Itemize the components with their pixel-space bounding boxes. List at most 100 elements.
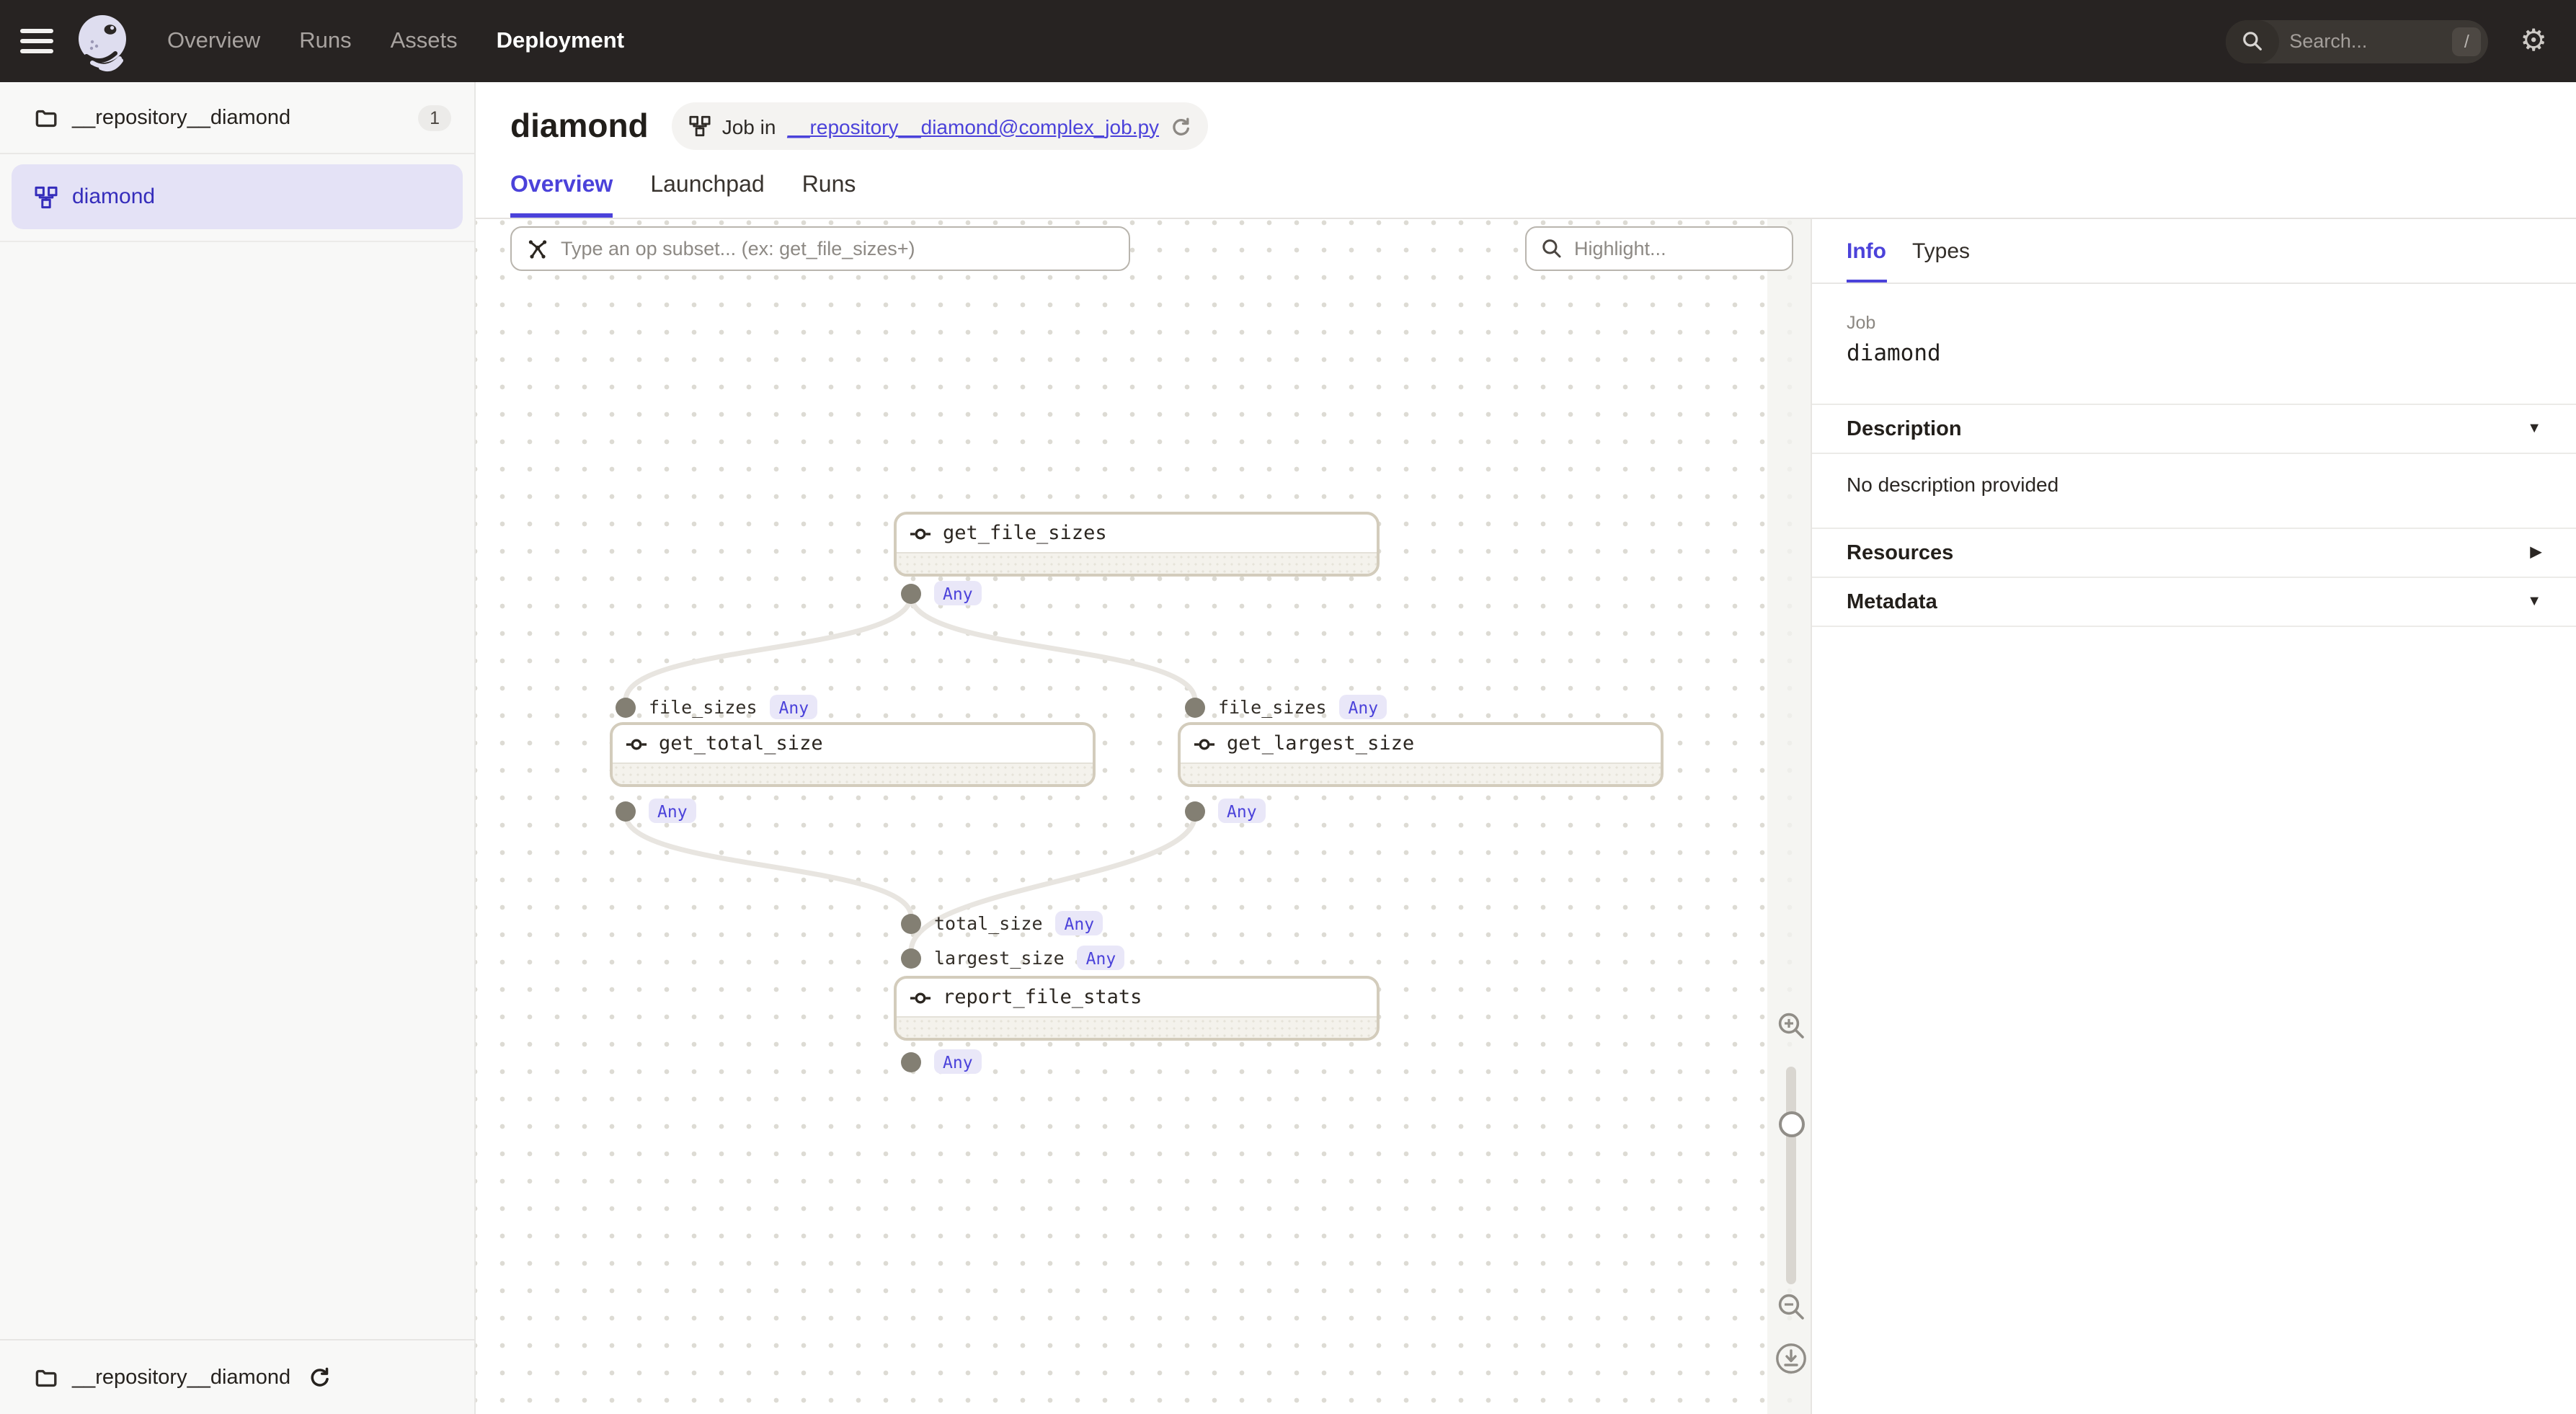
type-tag-any[interactable]: Any <box>1078 946 1125 970</box>
section-header-description[interactable]: Description ▼ <box>1812 405 2576 453</box>
caret-down-icon: ▼ <box>2527 594 2541 610</box>
search-icon <box>2226 19 2279 63</box>
nav-item-runs[interactable]: Runs <box>299 28 351 54</box>
nav-item-assets[interactable]: Assets <box>391 28 458 54</box>
type-tag-any[interactable]: Any <box>770 695 818 719</box>
folder-icon <box>35 1366 58 1389</box>
op-node-get-file-sizes[interactable]: get_file_sizes <box>894 512 1380 577</box>
job-label: Job <box>1847 313 2541 333</box>
op-selector-icon <box>526 237 549 260</box>
op-node-body <box>897 1016 1377 1038</box>
op-node-get-largest-size[interactable]: get_largest_size <box>1178 722 1664 787</box>
nav-item-deployment[interactable]: Deployment <box>497 28 624 54</box>
hamburger-menu-icon[interactable] <box>20 29 53 53</box>
folder-icon <box>35 106 58 129</box>
op-node-report-file-stats[interactable]: report_file_stats <box>894 976 1380 1041</box>
type-tag-any[interactable]: Any <box>934 1049 982 1074</box>
output-port-get-total-size: Any <box>616 799 696 823</box>
global-search[interactable]: / <box>2226 19 2488 63</box>
sidebar-divider <box>0 241 474 242</box>
tab-types[interactable]: Types <box>1912 239 1970 283</box>
op-node-body <box>897 552 1377 574</box>
job-context-prefix: Job in <box>722 115 776 138</box>
type-tag-any[interactable]: Any <box>1218 799 1266 823</box>
op-name: get_largest_size <box>1227 732 1414 755</box>
op-subset-input[interactable] <box>561 238 1114 259</box>
settings-gear-icon[interactable]: ⚙ <box>2520 26 2547 56</box>
output-port-report-file-stats: Any <box>901 1049 982 1074</box>
op-subset-filter[interactable] <box>510 226 1130 271</box>
input-port-dot <box>901 913 921 933</box>
zoom-slider-track[interactable] <box>1786 1067 1796 1284</box>
op-icon <box>1194 733 1215 755</box>
type-tag-any[interactable]: Any <box>1340 695 1387 719</box>
port-label: file_sizes <box>1218 696 1327 718</box>
job-graph-icon <box>35 185 58 208</box>
zoom-slider-handle[interactable] <box>1779 1111 1805 1137</box>
tab-overview[interactable]: Overview <box>510 173 613 218</box>
top-navbar: Overview Runs Assets Deployment / ⚙ <box>0 0 2576 82</box>
input-port-file-sizes-left: file_sizes Any <box>616 695 817 719</box>
input-port-total-size: total_size Any <box>901 911 1103 935</box>
output-port-dot <box>1185 801 1205 821</box>
section-title: Description <box>1847 417 1962 440</box>
dagster-logo-icon[interactable] <box>72 9 136 73</box>
op-name: report_file_stats <box>943 986 1142 1009</box>
section-header-resources[interactable]: Resources ▶ <box>1812 529 2576 577</box>
footer-repository-name: __repository__diamond <box>72 1366 290 1389</box>
op-name: get_file_sizes <box>943 522 1107 545</box>
zoom-in-button[interactable] <box>1776 1010 1808 1042</box>
nav-item-overview[interactable]: Overview <box>167 28 260 54</box>
op-name: get_total_size <box>659 732 823 755</box>
download-graph-button[interactable] <box>1775 1342 1808 1375</box>
section-title: Resources <box>1847 541 1953 564</box>
repository-header-row[interactable]: __repository__diamond 1 <box>0 82 474 154</box>
op-icon <box>626 733 647 755</box>
output-port-dot <box>901 1051 921 1072</box>
job-count-badge: 1 <box>418 105 451 130</box>
tab-info[interactable]: Info <box>1847 239 1886 283</box>
op-icon <box>910 987 931 1008</box>
sidebar-footer: __repository__diamond <box>0 1339 474 1414</box>
op-graph-canvas[interactable]: get_file_sizes get_total_size <box>476 219 1811 1414</box>
job-value: diamond <box>1847 340 2541 366</box>
description-empty-text: No description provided <box>1812 453 2576 528</box>
type-tag-any[interactable]: Any <box>649 799 696 823</box>
job-info-panel: Info Types Job diamond Description ▼ No … <box>1811 219 2576 1414</box>
input-port-dot <box>616 697 636 717</box>
section-description: Description ▼ No description provided <box>1812 404 2576 528</box>
section-header-metadata[interactable]: Metadata ▼ <box>1812 578 2576 626</box>
dagster-app: Overview Runs Assets Deployment / ⚙ __re… <box>0 0 2576 1414</box>
refresh-icon[interactable] <box>1171 116 1191 136</box>
reload-repository-icon[interactable] <box>308 1366 329 1388</box>
input-port-dot <box>1185 697 1205 717</box>
tab-launchpad[interactable]: Launchpad <box>650 173 764 218</box>
job-context-pill: Job in __repository__diamond@complex_job… <box>672 102 1208 150</box>
section-title: Metadata <box>1847 590 1937 613</box>
section-resources: Resources ▶ <box>1812 528 2576 577</box>
search-input[interactable] <box>2279 30 2452 52</box>
tab-runs[interactable]: Runs <box>802 173 856 218</box>
search-icon <box>1541 238 1563 259</box>
type-tag-any[interactable]: Any <box>1056 911 1103 935</box>
caret-down-icon: ▼ <box>2527 421 2541 437</box>
section-metadata: Metadata ▼ <box>1812 577 2576 627</box>
op-node-get-total-size[interactable]: get_total_size <box>610 722 1096 787</box>
output-port-dot <box>616 801 636 821</box>
highlight-input[interactable] <box>1574 238 1777 259</box>
output-port-get-largest-size: Any <box>1185 799 1266 823</box>
input-port-file-sizes-right: file_sizes Any <box>1185 695 1387 719</box>
op-node-body <box>1181 762 1661 784</box>
zoom-out-button[interactable] <box>1776 1291 1808 1323</box>
sidebar-item-diamond[interactable]: diamond <box>12 164 463 229</box>
port-label: total_size <box>934 912 1043 934</box>
input-port-dot <box>901 948 921 968</box>
caret-right-icon: ▶ <box>2531 545 2541 561</box>
job-summary: Job diamond <box>1812 284 2576 404</box>
op-node-body <box>613 762 1093 784</box>
highlight-filter[interactable] <box>1525 226 1793 271</box>
job-header: diamond Job in __repository__diamond@com… <box>476 82 2576 219</box>
info-panel-tabs: Info Types <box>1812 219 2576 284</box>
type-tag-any[interactable]: Any <box>934 581 982 605</box>
job-context-link[interactable]: __repository__diamond@complex_job.py <box>787 115 1159 138</box>
